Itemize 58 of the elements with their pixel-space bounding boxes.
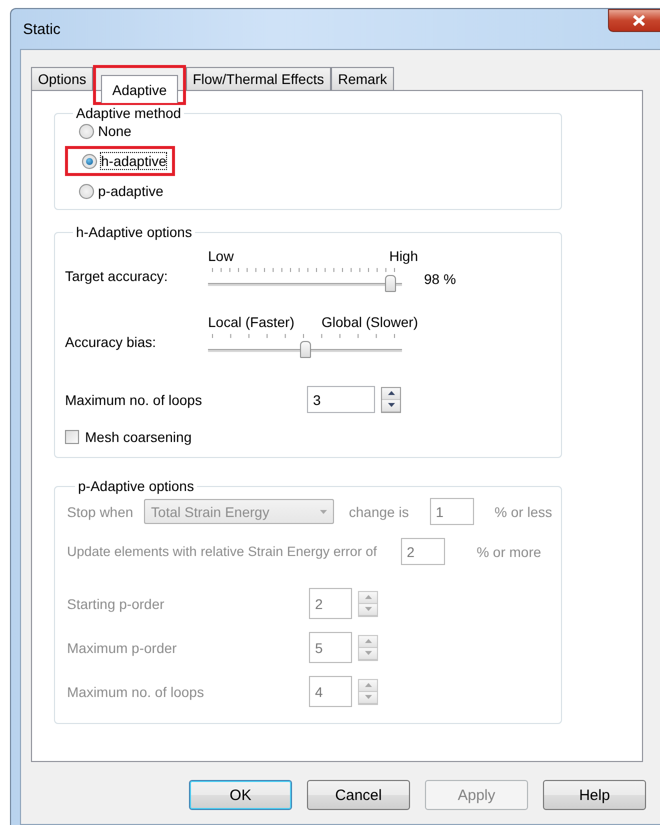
- slider-label: Accuracy bias:: [65, 334, 158, 350]
- spin-up-button[interactable]: [382, 388, 400, 400]
- up-arrow-icon: [364, 639, 372, 643]
- dialog-button[interactable]: Cancel: [307, 780, 410, 810]
- close-button[interactable]: [608, 8, 660, 32]
- down-arrow-icon: [364, 695, 372, 699]
- radio-label: None: [98, 123, 132, 139]
- number-field[interactable]: 3: [307, 386, 375, 413]
- slider[interactable]: [208, 334, 402, 356]
- group-title: p-Adaptive options: [78, 478, 194, 494]
- up-arrow-icon: [388, 391, 394, 395]
- unit-label: % or less: [494, 504, 554, 520]
- radio-option[interactable]: h-adaptive: [68, 153, 166, 169]
- tab[interactable]: Flow/Thermal Effects: [186, 67, 331, 90]
- slider-label: Target accuracy:: [65, 268, 169, 284]
- spinner[interactable]: [381, 386, 401, 412]
- slider[interactable]: [208, 268, 402, 290]
- unit-label: % or more: [476, 544, 542, 560]
- tab[interactable]: Options: [31, 67, 94, 90]
- up-arrow-icon: [364, 683, 372, 687]
- radio-option[interactable]: p-adaptive: [65, 183, 164, 199]
- radio-label: h-adaptive: [101, 153, 166, 169]
- field-label: Update elements with relative Strain Energy error of: [67, 544, 378, 559]
- radio-option[interactable]: None: [65, 123, 132, 139]
- radio-button[interactable]: [82, 154, 97, 168]
- window-title: Static: [23, 20, 61, 38]
- slider-min-label: Low: [208, 248, 234, 264]
- group-title: h-Adaptive options: [76, 224, 192, 240]
- down-arrow-icon: [364, 651, 372, 655]
- slider-min-label: Local (Faster): [208, 314, 294, 330]
- checkbox-label: Mesh coarsening: [85, 429, 192, 445]
- slider-thumb[interactable]: [300, 341, 311, 358]
- field-label: Starting p-order: [67, 596, 166, 612]
- checkbox[interactable]: [65, 430, 79, 444]
- slider-max-label: High: [389, 248, 418, 264]
- group-title: Adaptive method: [76, 105, 182, 121]
- slider-thumb[interactable]: [385, 275, 396, 292]
- radio-button[interactable]: [79, 124, 94, 138]
- checkbox-row[interactable]: Mesh coarsening: [65, 429, 551, 445]
- field-label: Stop when: [67, 504, 134, 520]
- spin-down-button[interactable]: [382, 400, 400, 412]
- slider-max-label: Global (Slower): [322, 314, 418, 330]
- radio-label: p-adaptive: [98, 183, 164, 199]
- tab[interactable]: Adaptive: [101, 75, 178, 103]
- radio-button[interactable]: [79, 184, 94, 198]
- dialog-button[interactable]: OK: [189, 780, 292, 810]
- field-label: Maximum p-order: [67, 640, 178, 656]
- down-arrow-icon: [320, 510, 328, 514]
- field-label: Maximum no. of loops: [65, 392, 203, 408]
- down-arrow-icon: [364, 607, 372, 611]
- tab[interactable]: Remark: [330, 67, 394, 90]
- close-icon: [632, 14, 646, 26]
- field-label: change is: [348, 504, 410, 520]
- up-arrow-icon: [364, 595, 372, 599]
- field-label: Maximum no. of loops: [67, 684, 205, 700]
- slider-reading: 98 %: [424, 271, 457, 287]
- down-arrow-icon: [388, 403, 394, 407]
- dialog-button[interactable]: Help: [543, 780, 646, 810]
